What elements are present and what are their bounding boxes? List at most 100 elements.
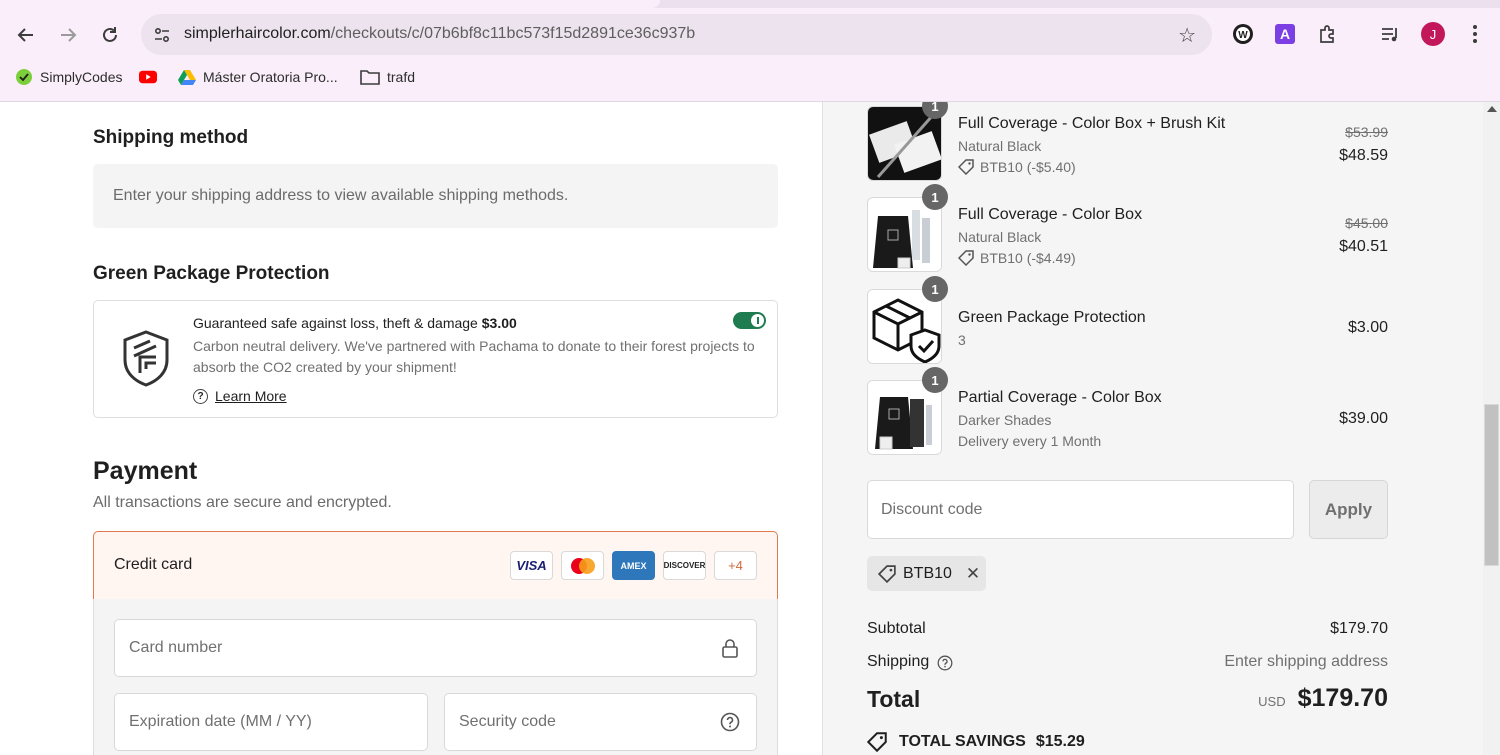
learn-more-link[interactable]: ? Learn More — [193, 388, 287, 404]
bookmark-label: SimplyCodes — [40, 69, 123, 85]
item-name: Full Coverage - Color Box + Brush Kit — [958, 115, 1226, 132]
tab-strip — [0, 0, 1500, 8]
apply-discount-button[interactable]: Apply — [1309, 480, 1388, 539]
checkout-page: Shipping method Enter your shipping addr… — [0, 102, 1500, 755]
profile-initial: J — [1429, 26, 1437, 42]
credit-card-option[interactable]: Credit card VISA AMEX DISCOVER +4 — [93, 531, 778, 600]
checkout-form-column: Shipping method Enter your shipping addr… — [0, 102, 822, 755]
forward-button[interactable] — [53, 20, 83, 50]
item-delivery-frequency: Delivery every 1 Month — [958, 433, 1102, 449]
browser-menu-icon[interactable] — [1463, 22, 1487, 46]
credit-card-form: Card number Expiration date (MM / YY) Se… — [93, 599, 778, 755]
scrollbar-thumb[interactable] — [1484, 404, 1499, 566]
item-discount: BTB10 (-$5.40) — [958, 159, 1076, 175]
item-name: Full Coverage - Color Box — [958, 206, 1143, 223]
youtube-icon — [139, 68, 157, 86]
quantity-badge: 1 — [922, 367, 948, 393]
expiration-date-field[interactable]: Expiration date (MM / YY) — [114, 693, 428, 751]
protection-title: Green Package Protection — [93, 263, 330, 284]
applied-discount-chip: BTB10 ✕ — [867, 556, 986, 591]
svg-text:W: W — [1238, 30, 1248, 41]
savings-amount: $15.29 — [1035, 733, 1085, 750]
currency-code: USD — [1258, 694, 1286, 709]
tag-icon — [958, 159, 974, 175]
tag-icon — [867, 732, 887, 752]
help-circle-icon[interactable] — [720, 712, 740, 732]
media-control-icon[interactable] — [1378, 22, 1402, 46]
order-item: 1 Full Coverage - Color Box Natural Blac… — [867, 184, 1388, 273]
protection-toggle[interactable] — [733, 312, 766, 329]
letter-a-extension-icon[interactable]: A — [1273, 22, 1297, 46]
learn-more-label: Learn More — [215, 388, 287, 404]
protection-description: Carbon neutral delivery. We've partnered… — [193, 338, 755, 375]
subtotal-label: Subtotal — [867, 620, 926, 637]
url-text: simplerhaircolor.com/checkouts/c/07b6bf8… — [184, 25, 696, 42]
shield-icon — [123, 330, 169, 387]
item-price: $3.00 — [1347, 319, 1388, 336]
profile-avatar[interactable]: J — [1421, 22, 1445, 46]
folder-icon — [360, 68, 380, 86]
shipping-method-message: Enter your shipping address to view avai… — [93, 164, 778, 228]
bookmark-youtube[interactable] — [139, 68, 164, 86]
security-code-placeholder: Security code — [459, 713, 556, 730]
total-savings: TOTAL SAVINGS $15.29 — [867, 732, 1085, 752]
card-number-placeholder: Card number — [129, 639, 223, 656]
credit-card-label: Credit card — [114, 556, 193, 573]
card-number-field[interactable]: Card number — [114, 619, 757, 677]
bookmarks-bar: SimplyCodes Máster Oratoria Pro... trafd — [0, 64, 1500, 92]
shipping-method-title: Shipping method — [93, 127, 249, 148]
visa-icon: VISA — [510, 551, 553, 580]
total-amount: $179.70 — [1297, 684, 1388, 712]
subtotal-row: Subtotal $179.70 — [867, 620, 1388, 638]
discover-icon: DISCOVER — [663, 551, 706, 580]
page-scrollbar[interactable] — [1483, 102, 1500, 755]
shipping-value: Enter shipping address — [1224, 653, 1388, 670]
item-variant: Natural Black — [958, 138, 1042, 154]
applied-code-label: BTB10 — [903, 564, 952, 582]
remove-discount-icon[interactable]: ✕ — [966, 564, 980, 584]
help-circle-icon[interactable] — [937, 655, 953, 671]
bookmark-star-icon[interactable]: ☆ — [1178, 23, 1196, 48]
reload-icon — [103, 27, 117, 42]
security-code-field[interactable]: Security code — [444, 693, 757, 751]
bookmark-folder-trafd[interactable]: trafd — [360, 68, 415, 86]
order-item: 1 Full Coverage - Color Box + Brush Kit … — [867, 102, 1388, 182]
quantity-badge: 1 — [922, 276, 948, 302]
protection-box: Guaranteed safe against loss, theft & da… — [93, 300, 778, 418]
address-bar[interactable]: simplerhaircolor.com/checkouts/c/07b6bf8… — [141, 14, 1212, 55]
amex-icon: AMEX — [612, 551, 655, 580]
protection-price: $3.00 — [481, 315, 517, 331]
shipping-row: Shipping Enter shipping address — [867, 653, 1388, 671]
item-price: $39.00 — [1339, 410, 1388, 427]
order-item: 1 Green Package Protection 3 $3.00 — [867, 276, 1388, 365]
payment-subtitle: All transactions are secure and encrypte… — [93, 494, 392, 511]
order-item: 1 Partial Coverage - Color Box Darker Sh… — [867, 367, 1388, 456]
discount-code-input[interactable]: Discount code — [867, 480, 1294, 539]
protection-headline: Guaranteed safe against loss, theft & da… — [193, 315, 517, 331]
back-button[interactable] — [11, 20, 41, 50]
item-variant: Darker Shades — [958, 412, 1052, 428]
shipping-label: Shipping — [867, 653, 930, 670]
bookmark-master-oratoria[interactable]: Máster Oratoria Pro... — [178, 68, 338, 86]
item-discount: BTB10 (-$4.49) — [958, 250, 1076, 266]
mastercard-icon — [561, 551, 604, 580]
item-name: Partial Coverage - Color Box — [958, 389, 1162, 406]
reload-button[interactable] — [95, 20, 125, 50]
bookmark-simplycodes[interactable]: SimplyCodes — [15, 68, 122, 86]
scroll-up-arrow-icon[interactable] — [1487, 106, 1497, 112]
payment-title: Payment — [93, 457, 198, 485]
quantity-badge: 1 — [922, 184, 948, 210]
discount-code-placeholder: Discount code — [881, 501, 983, 518]
savings-label: TOTAL SAVINGS — [899, 733, 1026, 750]
extensions-puzzle-icon[interactable] — [1316, 22, 1340, 46]
item-variant: 3 — [958, 332, 966, 348]
expiration-placeholder: Expiration date (MM / YY) — [129, 713, 312, 730]
browser-chrome: simplerhaircolor.com/checkouts/c/07b6bf8… — [0, 0, 1500, 102]
google-drive-icon — [178, 68, 196, 86]
total-label: Total — [867, 686, 921, 712]
item-name: Green Package Protection — [958, 309, 1146, 326]
site-info-icon[interactable] — [149, 22, 175, 48]
arrow-right-icon — [61, 28, 77, 42]
tag-icon — [958, 250, 974, 266]
wordpress-extension-icon[interactable]: W — [1231, 22, 1255, 46]
